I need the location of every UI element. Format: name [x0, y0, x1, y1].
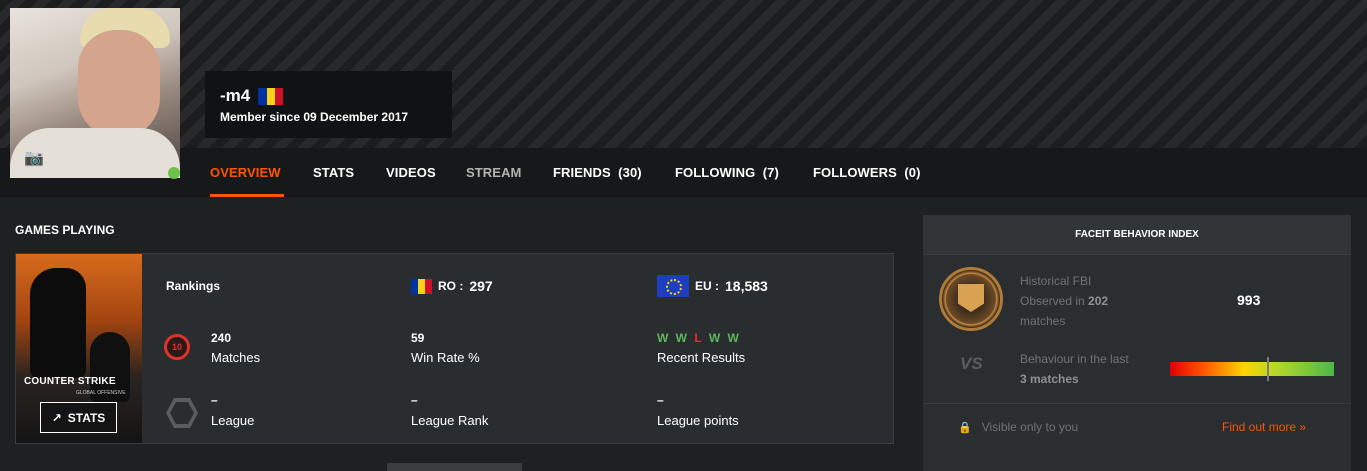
result-3: L	[694, 331, 704, 345]
player-namebox: -m4 Member since 09 December 2017	[205, 71, 452, 138]
winrate-label: Win Rate %	[411, 350, 480, 365]
player-nickname: -m4	[220, 86, 251, 105]
trend-chart-icon: ↗	[51, 410, 62, 425]
matches-label: Matches	[211, 350, 261, 365]
rankings-label: Rankings	[166, 279, 221, 293]
behaviour-level-marker	[1267, 357, 1269, 381]
matches-value: 240	[211, 331, 232, 345]
avatar[interactable]: 📷	[10, 8, 180, 178]
tab-stats[interactable]: STATS	[313, 165, 354, 180]
find-out-more-link[interactable]: Find out more »	[1222, 420, 1306, 434]
csgo-logo-subtext: GLOBAL OFFENSIVE	[76, 390, 126, 396]
romania-flag-icon	[411, 278, 432, 294]
tab-overview[interactable]: OVERVIEW	[210, 165, 281, 180]
recent-results-label: Recent Results	[657, 350, 746, 365]
league-points-value: –	[657, 393, 664, 407]
game-stats-label: STATS	[67, 410, 106, 425]
skill-level-icon: 10	[164, 334, 190, 360]
bottom-tab-handle[interactable]	[387, 463, 522, 471]
result-5: W	[727, 331, 741, 345]
tab-following[interactable]: FOLLOWING (7)	[675, 165, 779, 180]
fbi-divider	[923, 403, 1351, 404]
league-rank-label: League Rank	[411, 413, 489, 428]
result-4: W	[708, 331, 723, 345]
tab-followers[interactable]: FOLLOWERS (0)	[813, 165, 921, 180]
league-points-label: League points	[657, 413, 739, 428]
game-stats-button[interactable]: ↗ STATS	[40, 402, 117, 433]
winrate-value: 59	[411, 331, 425, 345]
eu-ranking[interactable]: EU : 18,583	[657, 275, 768, 297]
member-since: Member since 09 December 2017	[220, 110, 409, 124]
eu-label: EU :	[695, 279, 719, 293]
csgo-cover-image[interactable]: COUNTER STRIKE GLOBAL OFFENSIVE ↗ STATS	[16, 254, 142, 443]
league-value: –	[211, 393, 218, 407]
league-rank-value: –	[411, 393, 418, 407]
fbi-historical: Historical FBI Observed in 202 matches	[1020, 274, 1109, 328]
fbi-shield-badge-icon	[939, 267, 1003, 331]
games-playing-title: GAMES PLAYING	[15, 223, 115, 237]
fbi-value: 993	[1237, 292, 1261, 308]
fbi-title: FACEIT BEHAVIOR INDEX	[923, 215, 1351, 255]
versus-icon: VS	[960, 354, 983, 373]
eu-flag-icon	[657, 275, 689, 297]
result-1: W	[657, 331, 671, 345]
csgo-logo-text: COUNTER STRIKE	[24, 376, 116, 387]
fbi-behaviour: Behaviour in the last 3 matches	[1020, 352, 1129, 386]
tab-videos[interactable]: VIDEOS	[386, 165, 436, 180]
ro-label: RO :	[438, 279, 464, 293]
active-tab-indicator	[210, 194, 284, 197]
online-status-dot	[168, 167, 180, 179]
lock-icon: 🔒	[958, 421, 972, 434]
ro-ranking[interactable]: RO : 297	[411, 278, 493, 294]
visible-only-text: Visible only to you	[981, 420, 1079, 434]
ro-rank-value: 297	[469, 278, 493, 294]
tab-stream[interactable]: STREAM	[466, 165, 522, 180]
camera-icon[interactable]: 📷	[24, 148, 44, 168]
visibility-note: 🔒 Visible only to you	[958, 420, 1078, 434]
eu-rank-value: 18,583	[725, 278, 768, 294]
tab-friends[interactable]: FRIENDS (30)	[553, 165, 642, 180]
romania-flag-icon	[258, 87, 284, 105]
recent-results: W W L W W	[657, 331, 741, 345]
league-label: League	[211, 413, 255, 428]
result-2: W	[675, 331, 689, 345]
behaviour-gradient-bar	[1170, 362, 1334, 376]
